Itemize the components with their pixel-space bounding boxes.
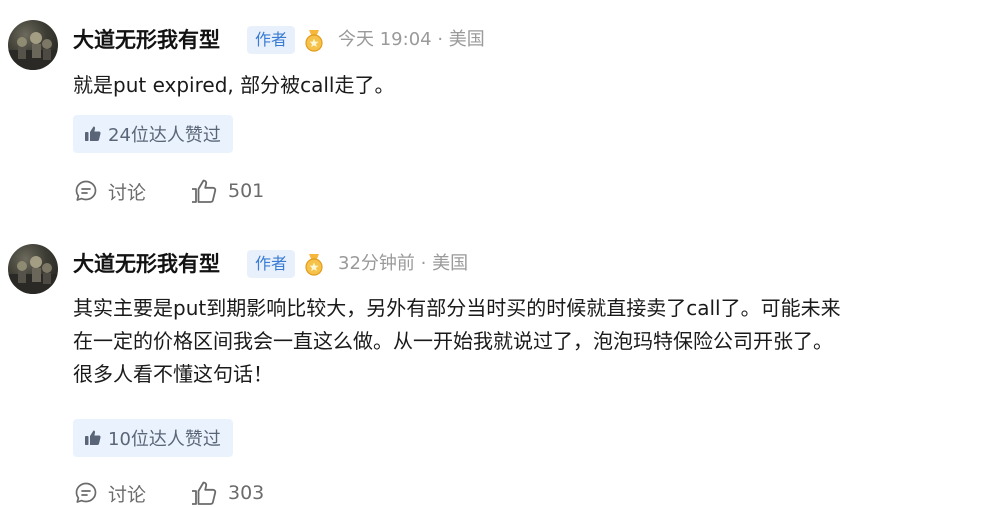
- thumbs-up-outline-icon: [192, 481, 217, 505]
- avatar[interactable]: [8, 244, 58, 294]
- discuss-button[interactable]: 讨论: [74, 478, 146, 508]
- discuss-label: 讨论: [108, 483, 147, 506]
- comment-item: 大道无形我有型 作者 32分钟前 · 美国 其实主要是put到期影响比较大，另外…: [0, 0, 1000, 506]
- chat-bubble-icon: [75, 482, 97, 503]
- avatar-image: [8, 256, 58, 294]
- author-tag: 作者: [247, 250, 295, 278]
- comment-meta: 32分钟前 · 美国: [338, 253, 469, 274]
- likes-chip[interactable]: 10位达人赞过: [73, 419, 233, 457]
- gold-medal-icon: [305, 254, 323, 276]
- comment-text: 其实主要是put到期影响比较大，另外有部分当时买的时候就直接卖了call了。可能…: [73, 296, 841, 386]
- username[interactable]: 大道无形我有型: [73, 250, 220, 278]
- like-count: 303: [228, 482, 265, 504]
- thumbs-up-filled-icon: [85, 430, 101, 445]
- likes-chip-label: 10位达人赞过: [108, 429, 221, 450]
- like-button[interactable]: 303: [190, 478, 264, 508]
